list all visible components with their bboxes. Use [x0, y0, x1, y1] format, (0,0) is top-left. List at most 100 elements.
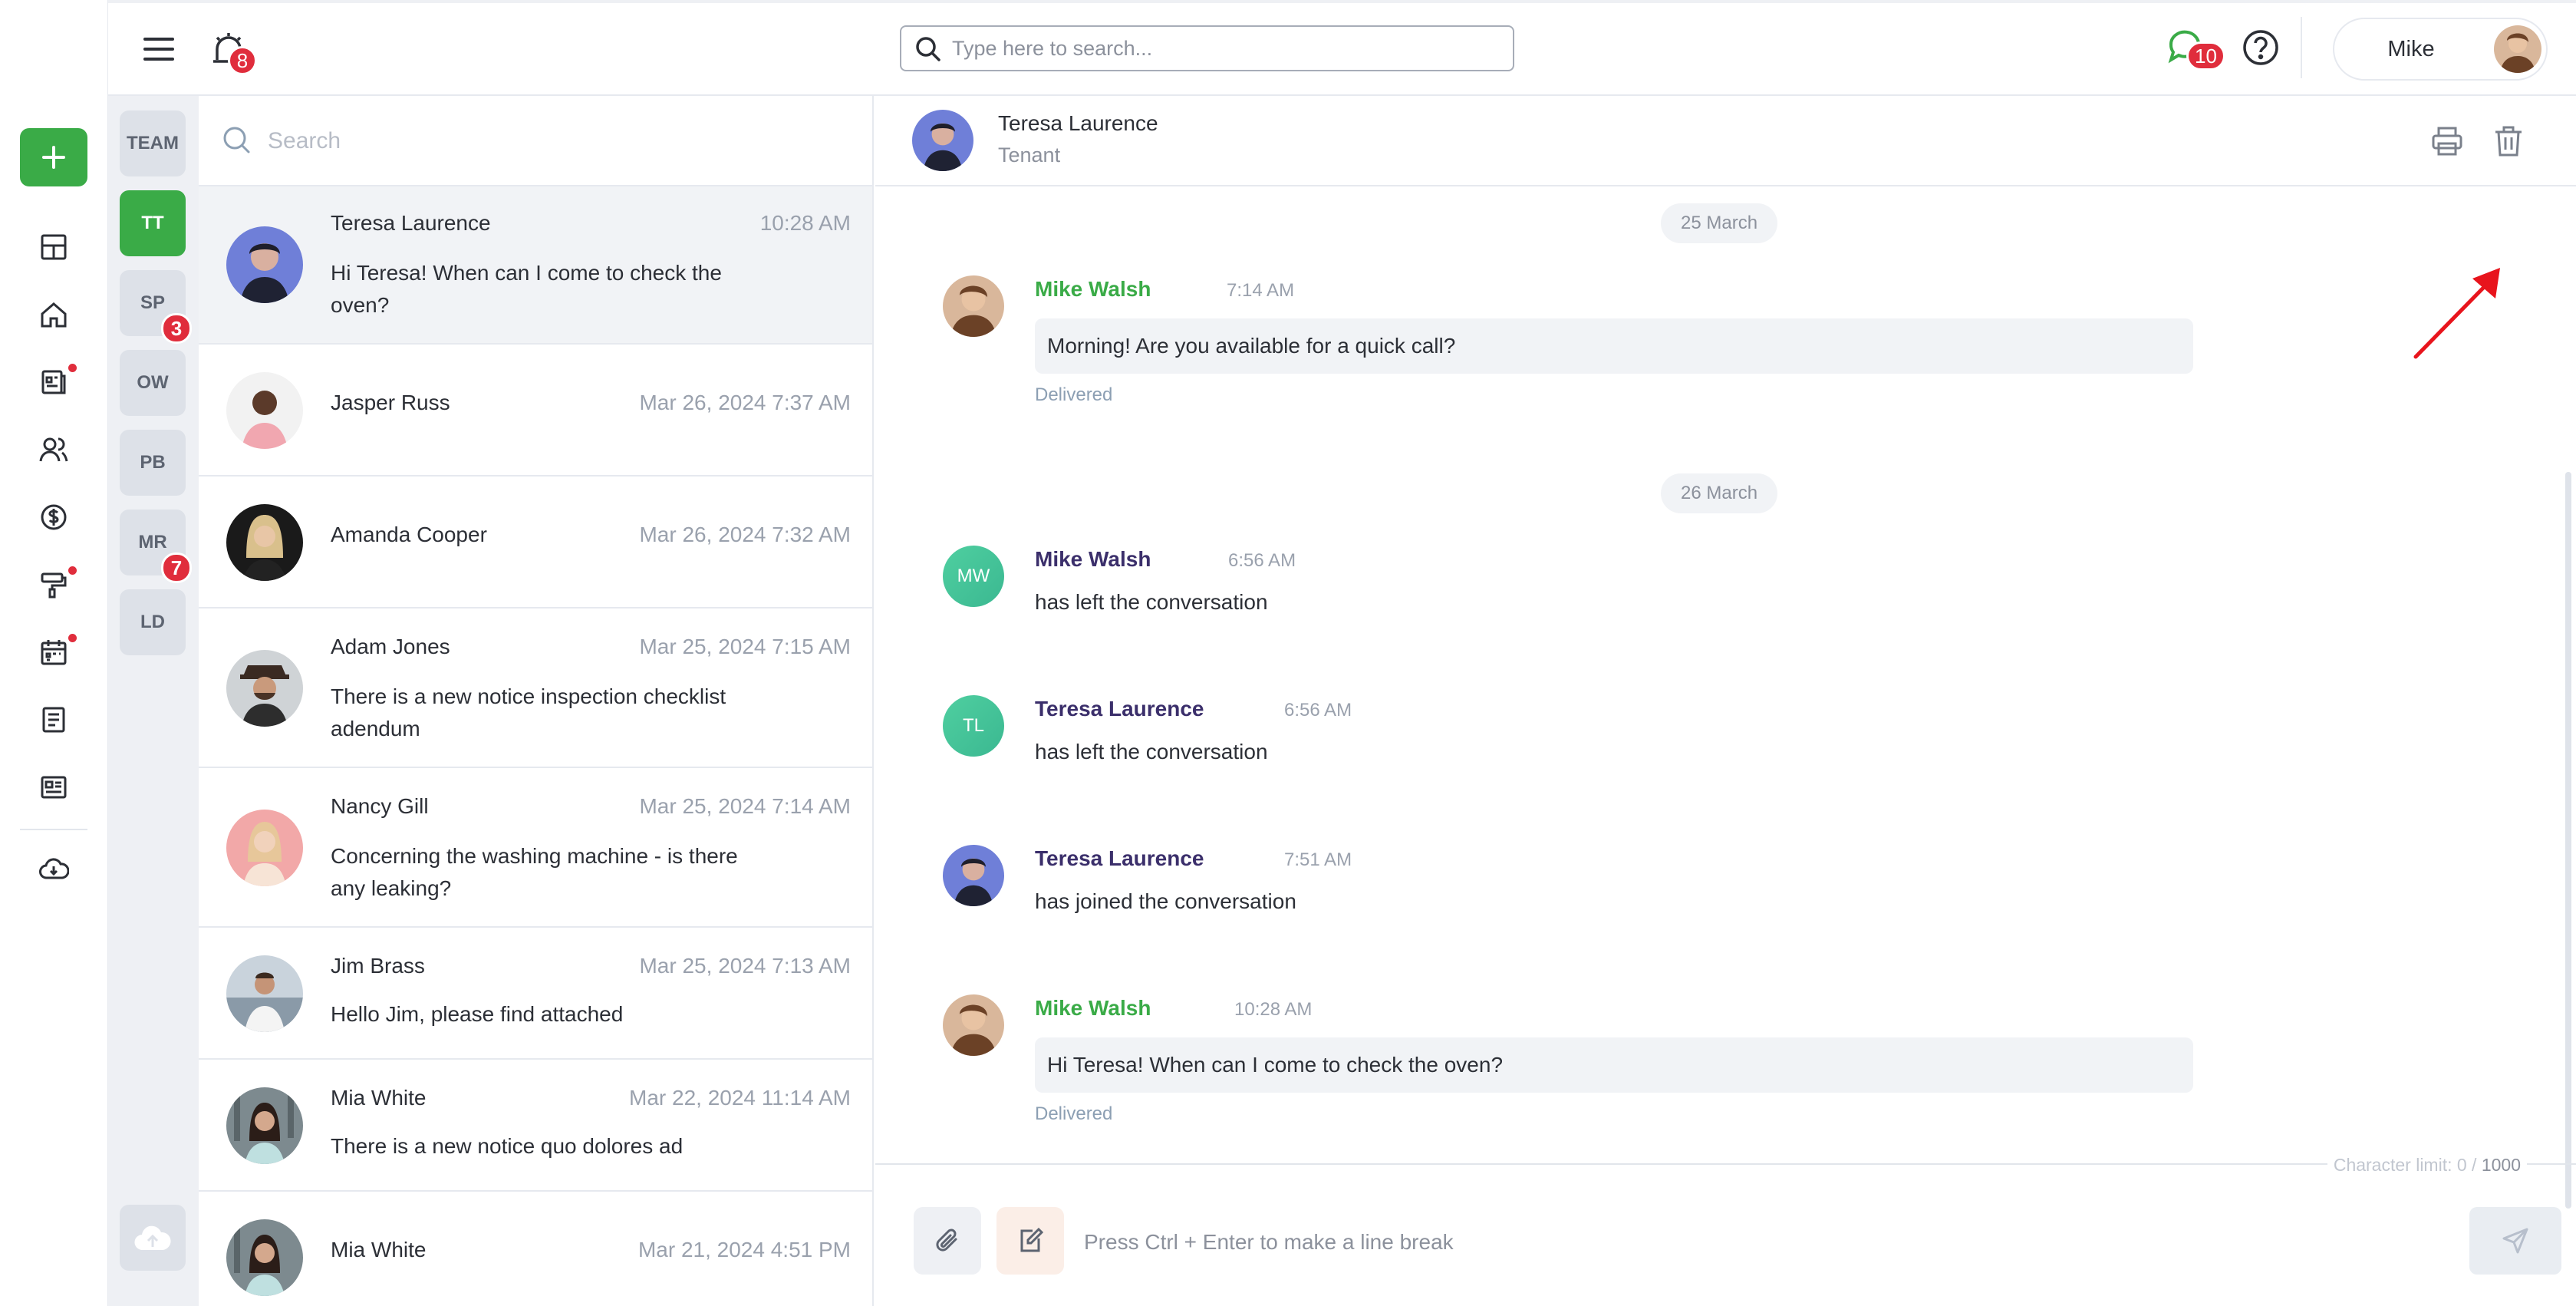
send-icon — [2502, 1228, 2528, 1254]
message-text: has joined the conversation — [1035, 889, 1296, 913]
delete-conversation-button[interactable] — [2491, 124, 2526, 159]
chat-scrollbar[interactable] — [2565, 472, 2571, 1209]
timestamp: Mar 26, 2024 7:32 AM — [639, 523, 851, 546]
message-time: 7:51 AM — [1284, 849, 1352, 870]
contact-role: Tenant — [998, 143, 1061, 167]
nav-maintenance[interactable] — [34, 565, 77, 605]
conversation-item[interactable]: Teresa Laurence 10:28 AM Hi Teresa! When… — [199, 186, 872, 345]
message-preview: Hi Teresa! When can I come to check the … — [331, 261, 722, 317]
contact-name: Mia White — [331, 1238, 427, 1261]
contact-name: Jasper Russ — [331, 391, 450, 414]
delivery-status: Delivered — [1035, 1103, 1113, 1124]
contact-avatar — [912, 110, 973, 171]
annotation-arrow — [2413, 268, 2500, 359]
dollar-icon — [41, 504, 67, 530]
group-mr[interactable]: MR 7 — [120, 510, 192, 583]
conversation-search-input[interactable] — [268, 119, 805, 163]
conversation-item[interactable]: Jasper Russ Mar 26, 2024 7:37 AM — [199, 345, 872, 477]
message-preview: Hello Jim, please find attached — [331, 1002, 624, 1026]
nav-calendar[interactable] — [34, 632, 77, 672]
contact-name: Jim Brass — [331, 954, 425, 978]
conversation-item[interactable]: Mia White Mar 22, 2024 11:14 AM There is… — [199, 1060, 872, 1192]
message-preview: There is a new notice inspection checkli… — [331, 684, 726, 740]
nav-finance[interactable] — [34, 497, 74, 537]
nav-notes[interactable] — [34, 700, 74, 740]
global-search[interactable] — [900, 25, 1514, 71]
message-preview: There is a new notice quo dolores ad — [331, 1134, 684, 1158]
conversation-item[interactable]: Mia White Mar 21, 2024 4:51 PM — [199, 1192, 872, 1306]
avatar — [943, 845, 1004, 906]
group-label: SP — [140, 292, 165, 313]
alarm-button[interactable]: 8 — [209, 29, 257, 75]
group-tt[interactable]: TT — [120, 190, 186, 256]
user-avatar — [2494, 25, 2541, 73]
search-icon — [223, 127, 250, 153]
nav-properties[interactable] — [34, 295, 74, 335]
avatar — [226, 955, 303, 1032]
group-ld[interactable]: LD — [120, 589, 186, 655]
print-icon — [2432, 127, 2462, 156]
nav-download[interactable] — [34, 850, 74, 890]
avatar — [226, 1219, 303, 1296]
global-search-input[interactable] — [952, 36, 1513, 61]
chat-button[interactable]: 10 — [2166, 26, 2225, 71]
nav-people[interactable] — [34, 430, 74, 470]
top-bar: 8 10 Mike — [108, 0, 2576, 96]
trash-icon — [2495, 126, 2522, 157]
help-button[interactable] — [2241, 28, 2281, 68]
group-sp[interactable]: SP 3 — [120, 270, 192, 344]
conversation-item[interactable]: Nancy Gill Mar 25, 2024 7:14 AM Concerni… — [199, 768, 872, 928]
user-menu[interactable]: Mike — [2333, 18, 2548, 81]
group-badge: 7 — [161, 552, 192, 583]
template-button[interactable] — [996, 1207, 1064, 1275]
contact-name: Nancy Gill — [331, 794, 429, 818]
menu-icon — [143, 38, 174, 61]
group-ow[interactable]: OW — [120, 350, 186, 416]
group-label: LD — [140, 612, 165, 632]
composer-divider — [875, 1163, 2576, 1165]
avatar — [943, 994, 1004, 1056]
date-separator: 25 March — [1661, 203, 1778, 243]
plus-icon — [42, 146, 65, 169]
conversation-item[interactable]: Amanda Cooper Mar 26, 2024 7:32 AM — [199, 477, 872, 608]
maintenance-icon — [41, 572, 67, 599]
character-limit-text: Character limit: 0 / 1000 — [2327, 1155, 2527, 1176]
timestamp: 10:28 AM — [759, 211, 851, 235]
message-input[interactable] — [1084, 1219, 2311, 1265]
download-icon — [39, 858, 69, 879]
message-author: Teresa Laurence — [1035, 846, 1204, 870]
message-text: has left the conversation — [1035, 740, 1268, 763]
conversation-item[interactable]: Jim Brass Mar 25, 2024 7:13 AM Hello Jim… — [199, 928, 872, 1060]
nav-news[interactable] — [34, 767, 74, 807]
group-pb[interactable]: PB — [120, 430, 186, 496]
conversation-item[interactable]: Adam Jones Mar 25, 2024 7:15 AM There is… — [199, 608, 872, 768]
timestamp: Mar 26, 2024 7:37 AM — [639, 391, 851, 414]
avatar — [226, 810, 303, 886]
chat-panel: Teresa Laurence Tenant 25 March Mike Wal… — [875, 96, 2576, 1306]
dashboard-icon — [41, 234, 67, 260]
message-bubble: Morning! Are you available for a quick c… — [1035, 318, 2193, 374]
contact-name: Amanda Cooper — [331, 523, 487, 546]
nav-dashboard[interactable] — [34, 227, 74, 267]
menu-button[interactable] — [142, 32, 176, 66]
group-filter-column: TEAM TT SP 3 OW PB MR 7 LD — [108, 96, 199, 1306]
paperclip-icon — [936, 1228, 957, 1252]
upload-button[interactable] — [120, 1205, 186, 1271]
attach-button[interactable] — [914, 1207, 981, 1275]
chat-badge: 10 — [2186, 41, 2225, 71]
group-team[interactable]: TEAM — [120, 110, 186, 176]
add-button[interactable] — [20, 128, 87, 186]
timestamp: Mar 25, 2024 7:14 AM — [639, 794, 851, 818]
print-button[interactable] — [2429, 124, 2465, 159]
message-text: has left the conversation — [1035, 590, 1268, 614]
people-icon — [39, 437, 68, 462]
group-label: MR — [138, 532, 167, 552]
message-time: 6:56 AM — [1284, 700, 1352, 721]
message-author: Mike Walsh — [1035, 996, 1151, 1020]
group-label: PB — [140, 452, 166, 473]
message-time: 10:28 AM — [1234, 999, 1313, 1020]
chat-header: Teresa Laurence Tenant — [875, 96, 2576, 186]
group-label: OW — [137, 372, 169, 393]
send-button[interactable] — [2469, 1207, 2561, 1275]
nav-documents[interactable] — [34, 362, 77, 402]
